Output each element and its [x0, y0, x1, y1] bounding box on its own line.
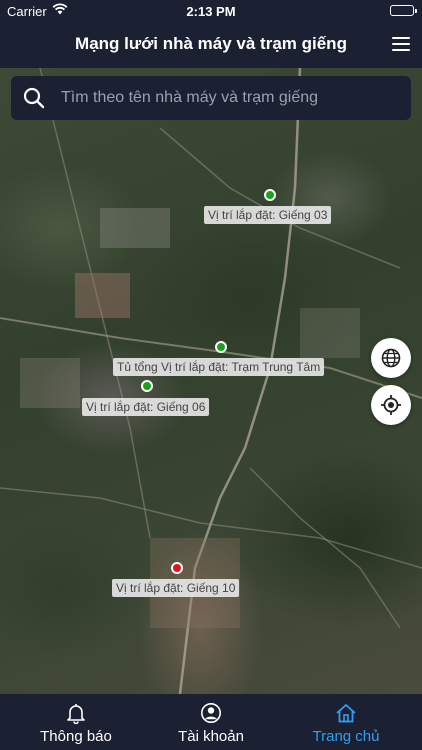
tab-account[interactable]: Tài khoản — [141, 694, 281, 750]
map-marker-tram-trung-tam[interactable] — [215, 341, 227, 353]
marker-label-gieng-10[interactable]: Vị trí lắp đặt: Giếng 10 — [112, 579, 240, 597]
marker-label-gieng-03[interactable]: Vị trí lắp đặt: Giếng 03 — [204, 206, 332, 224]
status-bar: Carrier 2:13 PM — [0, 0, 422, 22]
battery-icon — [390, 5, 417, 16]
map-marker-gieng-03[interactable] — [264, 189, 276, 201]
map-marker-gieng-10[interactable] — [171, 562, 183, 574]
marker-label-tram-trung-tam[interactable]: Tủ tổng Vị trí lắp đặt: Trạm Trung Tâm — [113, 358, 325, 376]
tab-bar: Thông báo Tài khoản Trang chủ — [0, 694, 422, 750]
map-layer-button[interactable] — [371, 338, 411, 378]
tab-home[interactable]: Trang chủ — [276, 694, 416, 750]
navigation-bar: Mạng lưới nhà máy và trạm giếng — [0, 22, 422, 68]
hamburger-menu-icon[interactable] — [392, 37, 410, 51]
map-roads — [0, 68, 422, 694]
page-title: Mạng lưới nhà máy và trạm giếng — [75, 34, 347, 53]
map-marker-gieng-06[interactable] — [141, 380, 153, 392]
satellite-map[interactable]: Vị trí lắp đặt: Giếng 03 Tủ tổng Vị trí … — [0, 68, 422, 694]
my-location-button[interactable] — [371, 385, 411, 425]
tab-label: Trang chủ — [312, 728, 380, 745]
tab-label: Tài khoản — [178, 728, 244, 745]
clock: 2:13 PM — [186, 4, 236, 19]
search-input[interactable] — [61, 76, 401, 120]
tab-notifications[interactable]: Thông báo — [6, 694, 146, 750]
marker-label-gieng-06[interactable]: Vị trí lắp đặt: Giếng 06 — [82, 398, 210, 416]
search-bar[interactable] — [11, 76, 411, 120]
search-icon — [23, 87, 45, 109]
tab-label: Thông báo — [40, 728, 112, 745]
